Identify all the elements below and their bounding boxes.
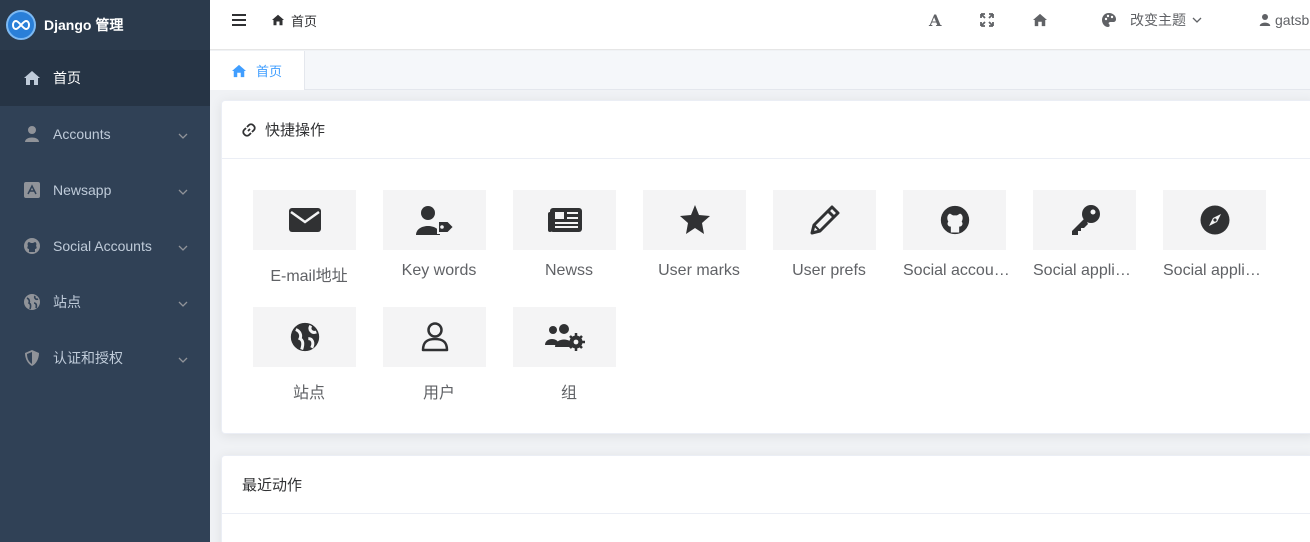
github-icon bbox=[22, 236, 42, 256]
sidebar-item-newsapp[interactable]: Newsapp bbox=[0, 162, 210, 218]
quick-item-user-marks[interactable]: User marks bbox=[643, 190, 755, 307]
font-size-icon[interactable]: A bbox=[929, 0, 941, 40]
tab-label: 首页 bbox=[256, 64, 283, 79]
theme-selector[interactable]: 改变主题 bbox=[1101, 0, 1202, 40]
newspaper-icon bbox=[513, 190, 616, 250]
chevron-down-icon bbox=[178, 126, 188, 142]
home-icon[interactable] bbox=[1032, 0, 1048, 40]
envelope-icon bbox=[253, 190, 356, 250]
quick-item-keywords[interactable]: Key words bbox=[383, 190, 495, 307]
quick-actions-title: 快捷操作 bbox=[265, 122, 326, 139]
chevron-down-icon bbox=[178, 182, 188, 198]
user-menu[interactable]: gatsb bbox=[1259, 0, 1309, 40]
pencil-icon bbox=[773, 190, 876, 250]
key-icon bbox=[1033, 190, 1136, 250]
quick-item-social-applications[interactable]: Social appli… bbox=[1033, 190, 1145, 307]
user-tag-icon bbox=[383, 190, 486, 250]
star-icon bbox=[643, 190, 746, 250]
recent-actions-title: 最近动作 bbox=[242, 477, 303, 494]
shield-icon bbox=[22, 348, 42, 368]
chevron-down-icon bbox=[1192, 17, 1202, 23]
quick-item-sites[interactable]: 站点 bbox=[253, 307, 365, 424]
brand[interactable]: Django 管理 bbox=[0, 0, 210, 50]
quick-actions-grid: E-mail地址 Key words Newss User marks User bbox=[222, 159, 1310, 434]
palette-icon bbox=[1101, 12, 1117, 28]
quick-item-groups[interactable]: 组 bbox=[513, 307, 625, 424]
quick-item-label: 站点 bbox=[292, 385, 325, 402]
quick-item-label: Social accou… bbox=[903, 262, 1010, 279]
topbar: 首页 A 改变主题 gatsb bbox=[210, 0, 1310, 50]
sidebar-item-sites[interactable]: 站点 bbox=[0, 274, 210, 330]
sidebar-item-home[interactable]: 首页 bbox=[0, 50, 210, 106]
recent-actions-header: 最近动作 bbox=[222, 456, 1310, 514]
tabs-bar: 首页 bbox=[210, 51, 1310, 90]
quick-item-newss[interactable]: Newss bbox=[513, 190, 625, 307]
username: gatsb bbox=[1275, 12, 1310, 28]
chevron-down-icon bbox=[178, 350, 188, 366]
quick-item-user-prefs[interactable]: User prefs bbox=[773, 190, 885, 307]
user-icon bbox=[1259, 13, 1271, 27]
quick-item-label: Newss bbox=[544, 262, 593, 279]
quick-item-users[interactable]: 用户 bbox=[383, 307, 495, 424]
globe-icon bbox=[22, 292, 42, 312]
sidebar-item-label: 认证和授权 bbox=[53, 350, 123, 366]
compass-icon bbox=[1163, 190, 1266, 250]
quick-item-social-accounts[interactable]: Social accou… bbox=[903, 190, 1015, 307]
theme-label: 改变主题 bbox=[1130, 12, 1186, 28]
quick-actions-card: 快捷操作 E-mail地址 Key words Newss User marks… bbox=[221, 100, 1310, 434]
user-icon bbox=[22, 124, 42, 144]
tab-home[interactable]: 首页 bbox=[210, 51, 305, 90]
quick-item-email[interactable]: E-mail地址 bbox=[253, 190, 365, 307]
breadcrumb[interactable]: 首页 bbox=[271, 0, 317, 40]
quick-item-label: Social appli… bbox=[1033, 262, 1131, 279]
quick-item-label: User marks bbox=[658, 262, 740, 279]
github-icon bbox=[903, 190, 1006, 250]
quick-item-label: Social appli… bbox=[1163, 262, 1261, 279]
sidebar-item-label: 首页 bbox=[53, 70, 81, 86]
quick-actions-header: 快捷操作 bbox=[222, 101, 1310, 159]
globe-icon bbox=[253, 307, 356, 367]
quick-item-label: E-mail地址 bbox=[270, 268, 348, 285]
quick-item-label: 组 bbox=[560, 385, 577, 402]
sidebar-item-auth[interactable]: 认证和授权 bbox=[0, 330, 210, 386]
sidebar-item-accounts[interactable]: Accounts bbox=[0, 106, 210, 162]
brand-title: Django 管理 bbox=[44, 17, 124, 33]
home-icon bbox=[231, 64, 247, 78]
user-outline-icon bbox=[383, 307, 486, 367]
sidebar: Django 管理 首页 Accounts Newsapp Social Acc… bbox=[0, 0, 210, 542]
sidebar-item-label: Social Accounts bbox=[53, 238, 152, 254]
users-cog-icon bbox=[513, 307, 616, 367]
app-icon bbox=[22, 180, 42, 200]
home-icon bbox=[22, 68, 42, 88]
sidebar-item-label: 站点 bbox=[53, 294, 81, 310]
fullscreen-icon[interactable] bbox=[980, 0, 994, 40]
sidebar-item-label: Accounts bbox=[53, 126, 111, 142]
chevron-down-icon bbox=[178, 294, 188, 310]
quick-item-label: User prefs bbox=[792, 262, 866, 279]
breadcrumb-home: 首页 bbox=[291, 13, 318, 29]
link-icon bbox=[242, 122, 256, 137]
hamburger-icon[interactable] bbox=[232, 0, 246, 40]
quick-item-label: Key words bbox=[401, 262, 477, 279]
sidebar-item-social-accounts[interactable]: Social Accounts bbox=[0, 218, 210, 274]
quick-item-label: 用户 bbox=[422, 385, 455, 402]
infinity-logo-icon bbox=[6, 10, 36, 40]
home-icon bbox=[271, 14, 285, 26]
sidebar-item-label: Newsapp bbox=[53, 182, 112, 198]
quick-item-social-application-tokens[interactable]: Social appli… bbox=[1163, 190, 1275, 307]
recent-actions-card: 最近动作 bbox=[221, 455, 1310, 542]
chevron-down-icon bbox=[178, 238, 188, 254]
